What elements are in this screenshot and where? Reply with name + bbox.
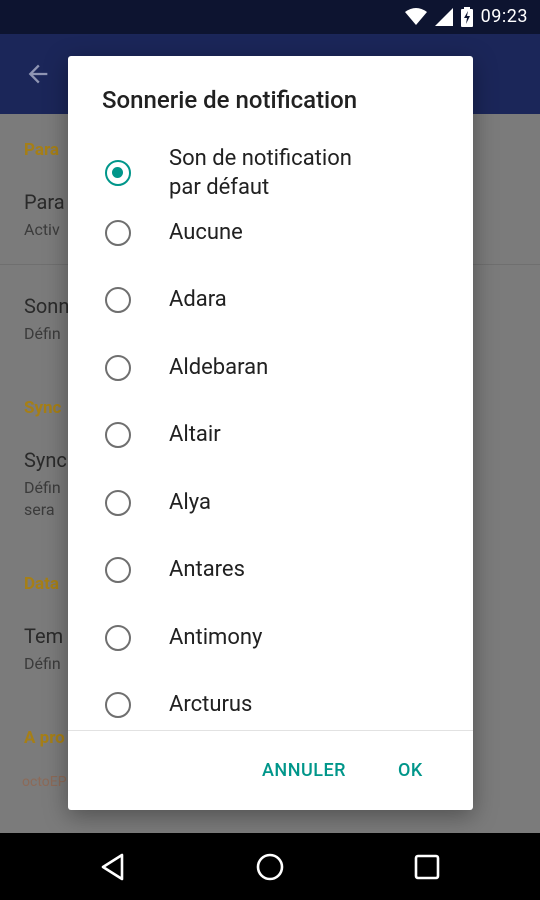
dialog-divider [68, 730, 473, 731]
cancel-button[interactable]: ANNULER [258, 756, 350, 785]
radio-button[interactable] [105, 422, 131, 448]
home-circle-icon[interactable] [254, 851, 286, 883]
option-label-line2: par défaut [169, 175, 270, 200]
section-header: Data [24, 574, 59, 594]
option-label: Altair [169, 422, 221, 447]
arrow-back-icon[interactable] [24, 60, 52, 88]
setting-title[interactable]: Tem [24, 624, 63, 648]
section-header: Para [24, 140, 60, 160]
option-label: Arcturus [169, 692, 253, 717]
clock: 09:23 [480, 6, 528, 27]
option-aldebaran[interactable]: Aldebaran [68, 341, 473, 397]
setting-title[interactable]: Para [24, 190, 65, 214]
setting-subtitle: sera [24, 500, 55, 519]
option-alya[interactable]: Alya [68, 476, 473, 532]
radio-button[interactable] [105, 625, 131, 651]
status-icons: 09:23 [404, 6, 528, 27]
navigation-bar [0, 833, 540, 900]
radio-button[interactable] [105, 490, 131, 516]
radio-button[interactable] [105, 287, 131, 313]
option-arcturus[interactable]: Arcturus [68, 678, 473, 734]
option-altair[interactable]: Altair [68, 408, 473, 464]
option-label: Aldebaran [169, 355, 269, 380]
wifi-icon [404, 7, 427, 25]
back-triangle-icon[interactable] [98, 851, 130, 883]
option-label: Antimony [169, 625, 263, 650]
setting-subtitle: Défin [24, 654, 61, 673]
radio-button[interactable] [105, 355, 131, 381]
section-header: Sync [24, 398, 62, 418]
setting-subtitle: Défin [24, 478, 61, 497]
ok-button[interactable]: OK [394, 756, 427, 785]
option-default[interactable]: Son de notification par défaut [68, 136, 473, 206]
setting-subtitle: Activ [24, 220, 60, 239]
option-antimony[interactable]: Antimony [68, 611, 473, 667]
app-logo: octoEP [22, 774, 67, 790]
radio-button[interactable] [105, 692, 131, 718]
option-label: Alya [169, 490, 211, 515]
option-aucune[interactable]: Aucune [68, 206, 473, 262]
radio-button[interactable] [105, 220, 131, 246]
option-label: Adara [169, 287, 227, 312]
setting-subtitle: Défin [24, 324, 61, 343]
status-bar: 09:23 [0, 0, 540, 34]
option-label: Antares [169, 557, 245, 582]
setting-title[interactable]: Sonn [24, 294, 69, 318]
dialog-title: Sonnerie de notification [102, 86, 358, 114]
section-header: A pro [24, 728, 65, 748]
option-adara[interactable]: Adara [68, 273, 473, 329]
radio-button[interactable] [105, 557, 131, 583]
setting-title[interactable]: Sync [24, 448, 67, 472]
signal-icon [434, 7, 453, 26]
ringtone-dialog: Sonnerie de notification Son de notifica… [68, 56, 473, 810]
radio-button-checked[interactable] [105, 160, 131, 186]
battery-charging-icon [460, 6, 473, 27]
option-label: Son de notification [169, 146, 352, 171]
option-antares[interactable]: Antares [68, 543, 473, 599]
recents-square-icon[interactable] [411, 851, 443, 883]
option-label: Aucune [169, 220, 243, 245]
